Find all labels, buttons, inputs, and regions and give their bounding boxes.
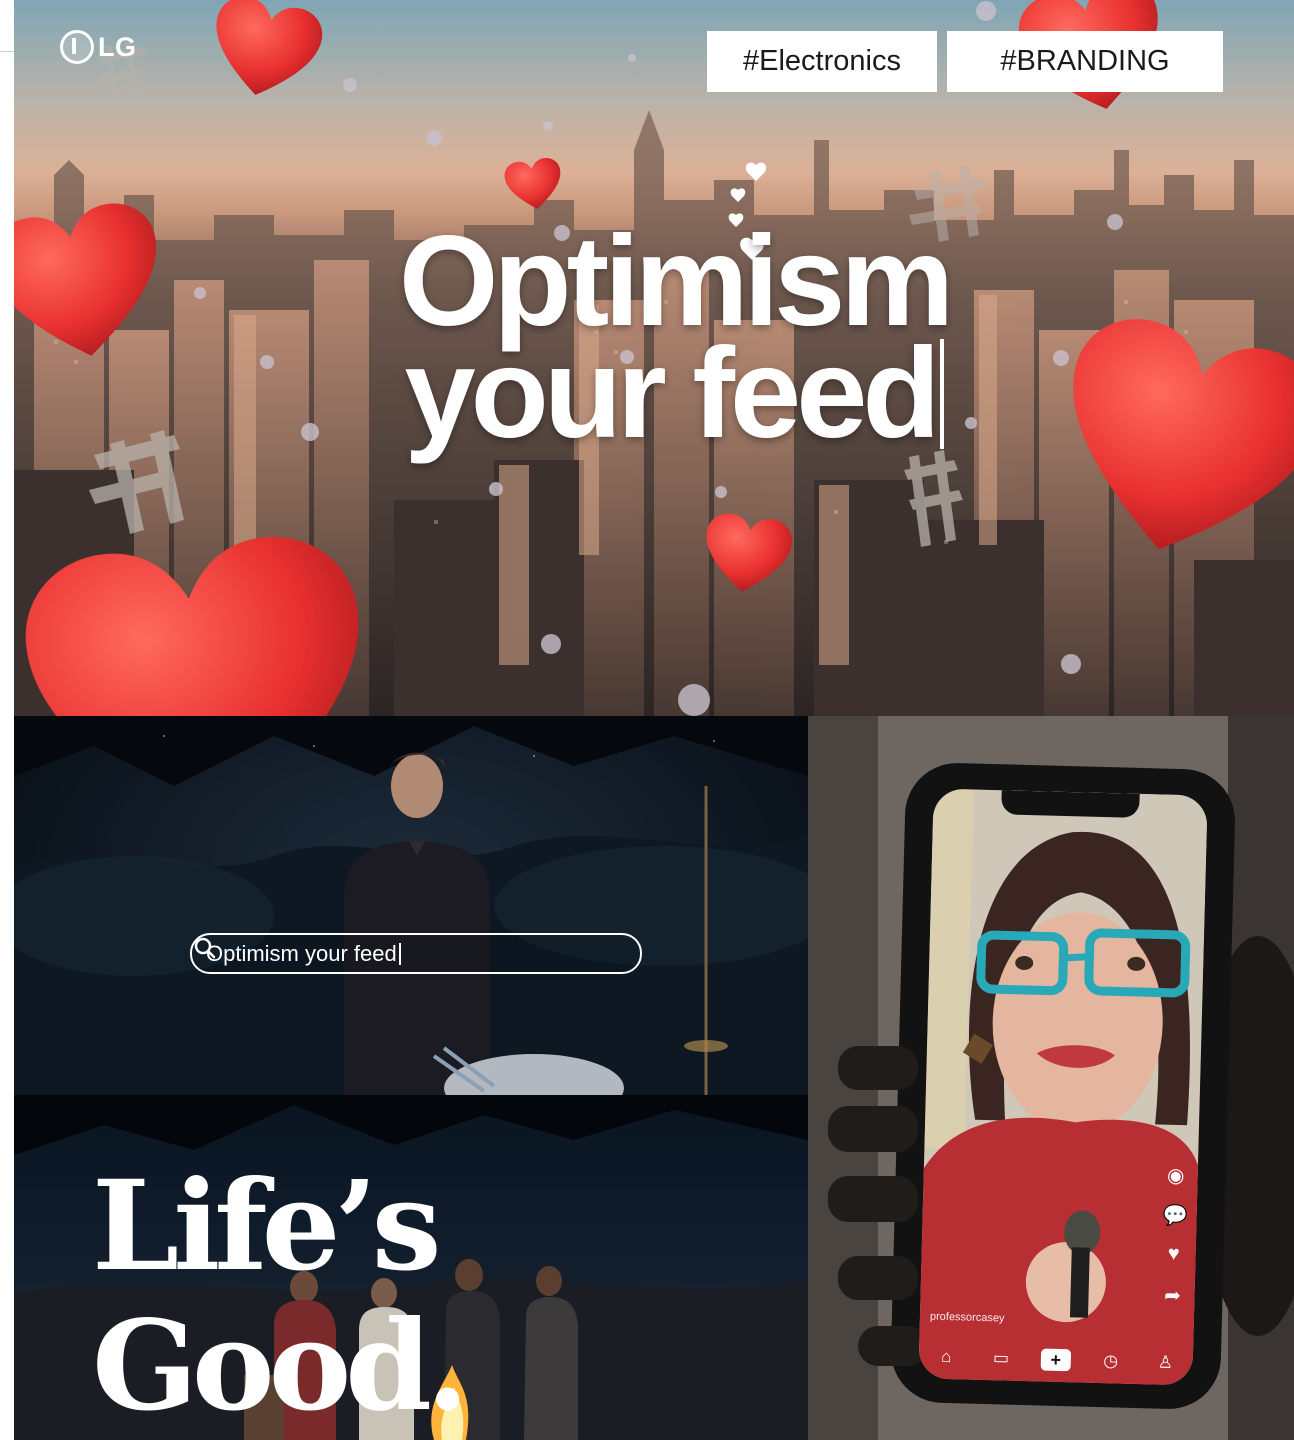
lifes-good-tagline: Life’s Good. xyxy=(92,1154,469,1439)
profile-icon[interactable]: ♙ xyxy=(1150,1352,1181,1373)
finger xyxy=(838,1256,918,1300)
text-cursor xyxy=(939,339,944,449)
search-video-frame: Optimism your feed xyxy=(14,716,808,1095)
heart-icon xyxy=(502,152,566,217)
gutter-tick xyxy=(0,51,14,52)
search-input[interactable]: Optimism your feed xyxy=(206,941,401,967)
tag-branding[interactable]: #BRANDING xyxy=(947,31,1223,92)
tag-electronics-label: #Electronics xyxy=(743,45,901,77)
left-gutter xyxy=(0,0,14,1440)
phone-video-frame: ◉ 💬 ♥ ➦ professorcasey ⌂ ▭ + ◷ ♙ xyxy=(808,716,1294,1440)
finger xyxy=(858,1326,928,1366)
lg-logo: LG xyxy=(60,30,137,64)
hero-headline: Optimism your feed xyxy=(354,218,994,458)
search-query: Optimism your feed xyxy=(206,940,397,966)
search-icon xyxy=(194,937,216,959)
tag-electronics[interactable]: #Electronics xyxy=(707,31,937,92)
finger xyxy=(828,1106,918,1152)
discover-icon[interactable]: ◷ xyxy=(1095,1351,1126,1372)
inbox-icon[interactable]: ▭ xyxy=(986,1348,1017,1369)
lg-logo-text: LG xyxy=(98,31,137,62)
finger xyxy=(838,1046,918,1090)
phone-tab-bar: ⌂ ▭ + ◷ ♙ xyxy=(918,1334,1193,1385)
phone-notch xyxy=(1001,790,1140,818)
lg-logo-icon xyxy=(60,30,94,64)
heart-icon xyxy=(698,506,795,603)
tag-branding-label: #BRANDING xyxy=(1000,45,1170,77)
phone-screen: ◉ 💬 ♥ ➦ professorcasey ⌂ ▭ + ◷ ♙ xyxy=(918,788,1208,1386)
hero-banner: LG Optimism your feed xyxy=(14,0,1294,716)
home-icon[interactable]: ⌂ xyxy=(931,1347,962,1368)
create-icon[interactable]: + xyxy=(1040,1348,1072,1372)
share-icon[interactable]: ➦ xyxy=(1160,1283,1185,1309)
video-username[interactable]: professorcasey xyxy=(930,1311,1005,1325)
headline-line-2: your feed xyxy=(354,330,994,458)
search-caret xyxy=(398,942,401,965)
finger xyxy=(828,1176,918,1222)
avatar-icon[interactable]: ◉ xyxy=(1163,1163,1188,1189)
comment-icon[interactable]: 💬 xyxy=(1162,1203,1187,1229)
heart-icon xyxy=(14,196,176,373)
like-heart-icon[interactable]: ♥ xyxy=(1161,1243,1186,1267)
night-scene xyxy=(14,716,808,1095)
search-bar[interactable]: Optimism your feed xyxy=(190,933,642,974)
headline-line-2-text: your feed xyxy=(404,322,940,465)
lifes-good-frame: Life’s Good. xyxy=(14,1095,808,1440)
